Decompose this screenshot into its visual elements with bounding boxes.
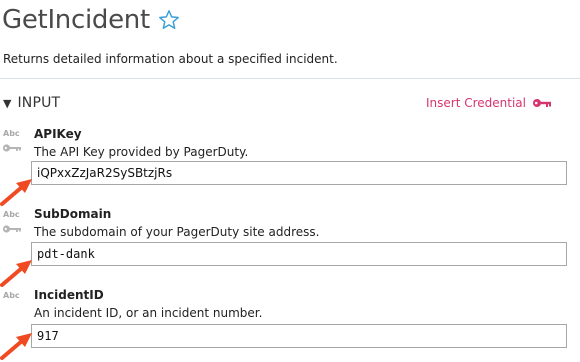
key-icon	[2, 225, 21, 233]
key-icon	[533, 99, 551, 107]
incidentid-input[interactable]	[31, 324, 567, 348]
field-description: The API Key provided by PagerDuty.	[34, 145, 249, 159]
field-description: An incident ID, or an incident number.	[34, 306, 263, 320]
arrow-annotation-icon	[0, 333, 32, 360]
collapse-triangle-icon[interactable]: ▼	[3, 97, 11, 110]
page-title: GetIncident	[2, 5, 150, 35]
arrow-annotation-icon	[0, 179, 32, 206]
apikey-input[interactable]	[31, 161, 567, 185]
insert-credential-link[interactable]: Insert Credential	[426, 96, 552, 110]
type-badge: Abc	[3, 210, 20, 219]
divider	[0, 78, 580, 79]
title-row: GetIncident	[2, 2, 180, 38]
field-description: The subdomain of your PagerDuty site add…	[34, 225, 320, 239]
field-label: IncidentID	[34, 288, 104, 302]
type-badge: Abc	[3, 291, 20, 300]
key-icon	[2, 144, 21, 152]
subdomain-input[interactable]	[31, 242, 567, 266]
field-label: APIKey	[34, 127, 82, 141]
section-title: INPUT	[17, 95, 61, 111]
field-label: SubDomain	[34, 207, 112, 221]
insert-credential-label: Insert Credential	[426, 96, 526, 110]
type-badge: Abc	[3, 129, 20, 138]
section-header[interactable]: ▼ INPUT	[3, 95, 60, 111]
page-description: Returns detailed information about a spe…	[3, 52, 338, 66]
arrow-annotation-icon	[0, 260, 32, 287]
star-icon[interactable]	[158, 9, 180, 31]
